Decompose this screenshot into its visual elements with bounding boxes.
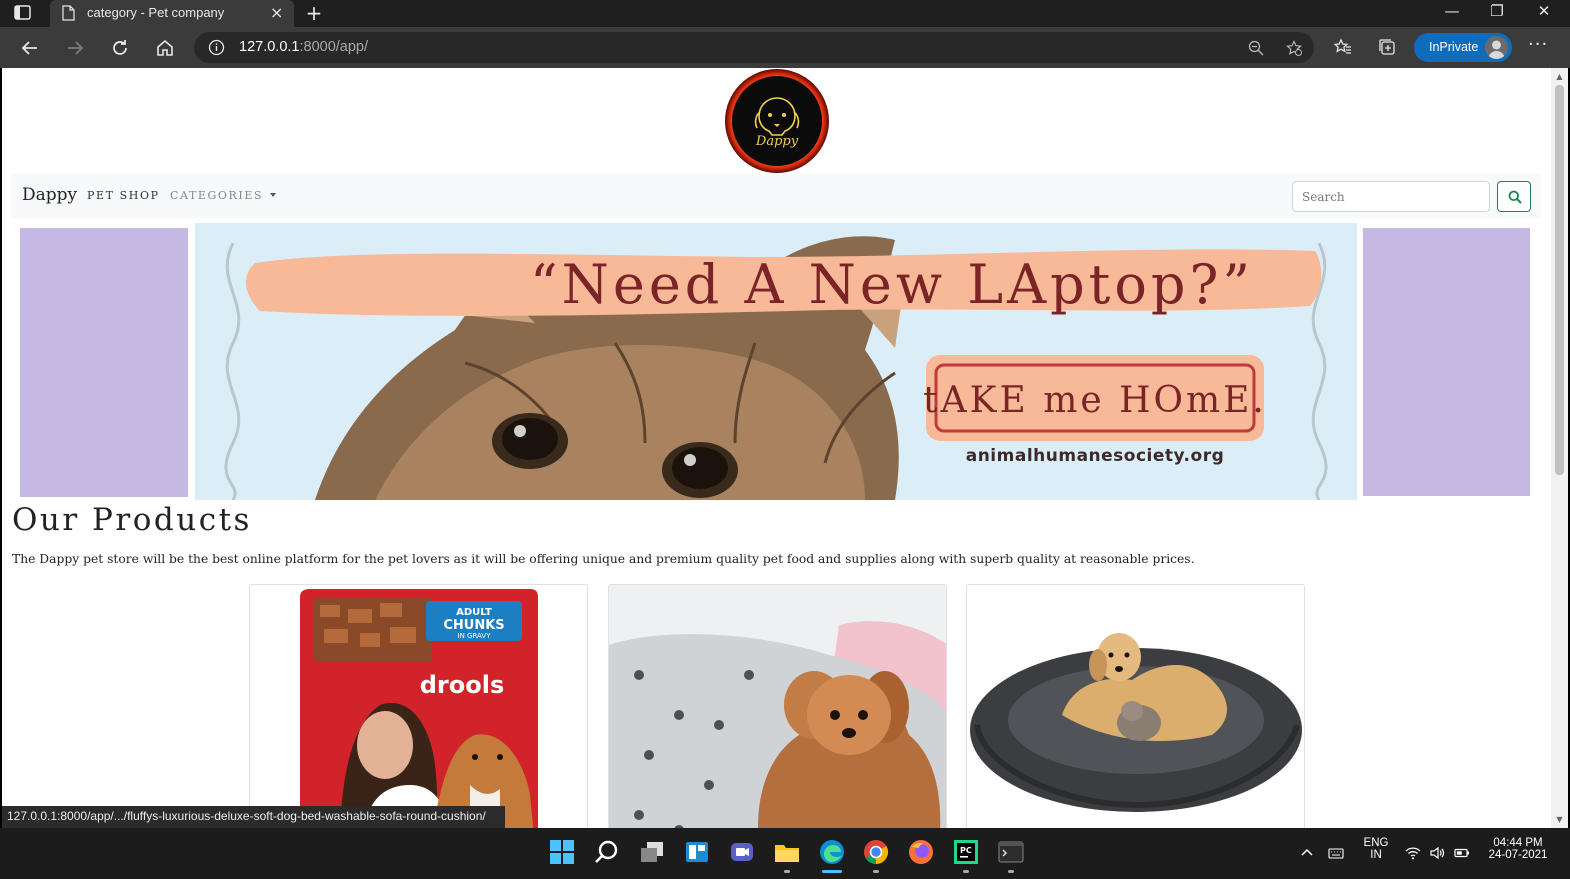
running-indicator	[873, 870, 879, 873]
url-host: 127.0.0.1	[239, 39, 300, 55]
task-view-icon[interactable]	[638, 838, 666, 866]
pack-brand: drools	[420, 671, 505, 699]
browser-toolbar: 127.0.0.1:8000/app/ InPrivate ···	[0, 27, 1570, 68]
collections-icon[interactable]	[1378, 38, 1396, 56]
clock[interactable]: 04:44 PM 24-07-2021	[1480, 837, 1556, 861]
settings-more-button[interactable]: ···	[1528, 34, 1548, 55]
battery-icon[interactable]	[1454, 845, 1470, 861]
add-favorite-icon[interactable]	[1286, 40, 1302, 56]
active-app-indicator	[822, 870, 842, 873]
page-heading: Our Products	[12, 502, 252, 538]
widgets-icon[interactable]	[683, 838, 711, 866]
nav-link-pet-shop[interactable]: PET SHOP	[87, 189, 160, 202]
region-label: IN	[1370, 849, 1382, 861]
home-icon[interactable]	[154, 37, 176, 59]
site-info-icon[interactable]	[208, 39, 225, 56]
restore-button[interactable]: ❐	[1482, 2, 1512, 20]
product-image[interactable]: ADULT CHUNKS IN GRAVY drools	[250, 585, 588, 828]
volume-icon[interactable]	[1429, 845, 1445, 861]
status-bar-url: 127.0.0.1:8000/app/.../fluffys-luxurious…	[2, 806, 505, 828]
browser-tab-bar: category - Pet company × + — ❐ ✕	[0, 0, 1570, 27]
side-panel-left	[20, 228, 188, 497]
search-button[interactable]	[1497, 181, 1531, 212]
categories-label: CATEGORIES	[170, 189, 264, 202]
chevron-up-icon[interactable]	[1299, 845, 1315, 861]
new-tab-button[interactable]: +	[304, 1, 324, 25]
search-input[interactable]	[1292, 181, 1490, 212]
dappy-logo[interactable]: Dappy	[724, 68, 830, 174]
url-text[interactable]: 127.0.0.1:8000/app/	[239, 39, 368, 55]
product-card[interactable]: ADULT CHUNKS IN GRAVY drools	[249, 584, 588, 828]
caret-down-icon	[270, 193, 277, 197]
pack-gravy: IN GRAVY	[458, 632, 492, 640]
minimize-button[interactable]: —	[1437, 2, 1467, 20]
clock-date: 24-07-2021	[1488, 849, 1548, 861]
running-indicator	[1008, 870, 1014, 873]
wifi-icon[interactable]	[1405, 845, 1421, 861]
forward-arrow-icon[interactable]	[64, 37, 86, 59]
scroll-up-icon[interactable]: ▲	[1555, 72, 1564, 81]
file-explorer-icon[interactable]	[773, 838, 801, 866]
language-label: ENG	[1363, 837, 1389, 849]
running-indicator	[963, 870, 969, 873]
product-image[interactable]	[967, 585, 1305, 828]
terminal-icon[interactable]	[997, 838, 1025, 866]
page-icon	[62, 5, 75, 21]
page-viewport: Dappy Dappy PET SHOP CATEGORIES Search “…	[2, 68, 1551, 828]
keyboard-icon[interactable]	[1328, 845, 1344, 861]
edge-browser-icon[interactable]	[818, 838, 846, 866]
banner-image: “Need A New LAptop?” tAKE me HOmE. anima…	[224, 236, 1328, 500]
page-description: The Dappy pet store will be the best onl…	[12, 552, 1195, 566]
browser-tab[interactable]: category - Pet company ×	[50, 0, 294, 27]
tab-actions-icon[interactable]	[14, 5, 31, 20]
back-arrow-icon[interactable]	[19, 37, 41, 59]
windows-taskbar: PC ENG IN 04:44 PM 24-07-2021	[0, 828, 1570, 879]
product-card[interactable]	[966, 584, 1305, 828]
page-scrollbar[interactable]: ▲ ▼	[1551, 68, 1568, 828]
search-icon[interactable]	[593, 838, 621, 866]
chrome-icon[interactable]	[862, 838, 890, 866]
navbar-brand[interactable]: Dappy	[22, 185, 77, 205]
product-card[interactable]	[608, 584, 947, 828]
zoom-out-icon[interactable]	[1248, 40, 1264, 56]
scroll-down-icon[interactable]: ▼	[1555, 815, 1564, 824]
logo-text: Dappy	[755, 134, 799, 149]
person-icon	[1485, 36, 1508, 59]
favorites-icon[interactable]	[1334, 38, 1352, 56]
nav-dropdown-categories[interactable]: CATEGORIES	[170, 189, 277, 202]
banner-headline: “Need A New LAptop?”	[530, 253, 1254, 316]
url-path: :8000/app/	[299, 39, 369, 55]
adoption-banner[interactable]: “Need A New LAptop?” tAKE me HOmE. anima…	[195, 223, 1357, 500]
address-bar[interactable]: 127.0.0.1:8000/app/	[194, 32, 1314, 63]
pack-chunks: CHUNKS	[443, 618, 504, 633]
clock-time: 04:44 PM	[1493, 837, 1543, 849]
refresh-icon[interactable]	[109, 37, 131, 59]
banner-cta: tAKE me HOmE.	[923, 380, 1267, 421]
site-navbar: Dappy PET SHOP CATEGORIES	[10, 174, 1542, 218]
search-icon	[1508, 190, 1522, 204]
tab-close-button[interactable]: ×	[270, 3, 283, 22]
start-menu-icon[interactable]	[548, 838, 576, 866]
profile-avatar	[1485, 36, 1508, 59]
language-indicator[interactable]: ENG IN	[1360, 837, 1392, 861]
svg-text:PC: PC	[960, 846, 972, 855]
banner-site: animalhumanesociety.org	[966, 446, 1225, 466]
inprivate-button[interactable]: InPrivate	[1414, 33, 1512, 62]
scroll-thumb[interactable]	[1555, 85, 1564, 475]
firefox-icon[interactable]	[907, 838, 935, 866]
running-indicator	[784, 870, 790, 873]
tab-title: category - Pet company	[87, 5, 225, 20]
teams-chat-icon[interactable]	[728, 838, 756, 866]
side-panel-right	[1363, 228, 1530, 496]
pack-adult: ADULT	[456, 607, 492, 618]
close-window-button[interactable]: ✕	[1529, 2, 1559, 20]
product-image[interactable]	[609, 585, 947, 828]
inprivate-label: InPrivate	[1429, 40, 1479, 54]
pycharm-icon[interactable]: PC	[952, 838, 980, 866]
